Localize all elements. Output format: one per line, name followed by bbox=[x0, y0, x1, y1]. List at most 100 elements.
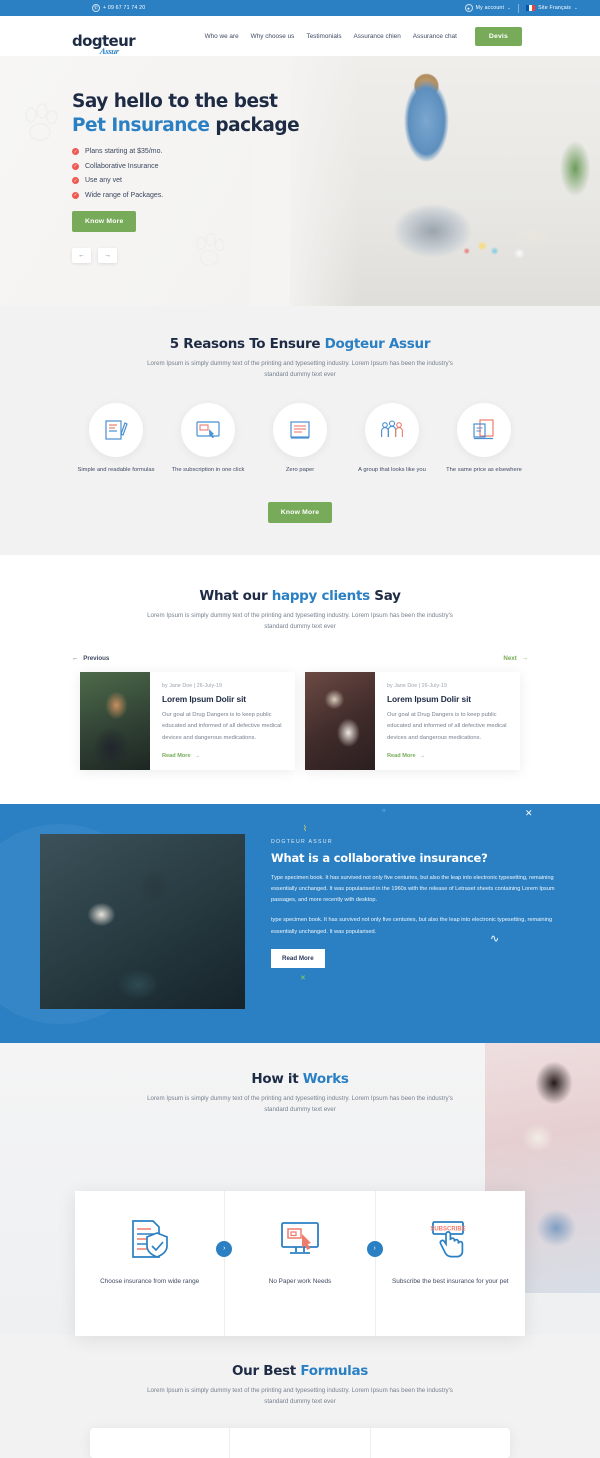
french-flag-icon bbox=[526, 5, 536, 11]
reasons-section: 5 Reasons To Ensure Dogteur Assur Lorem … bbox=[0, 306, 600, 556]
reason-icon-circle bbox=[457, 402, 511, 457]
reason-item-group[interactable]: A group that looks like you bbox=[353, 402, 431, 476]
nav-item-assurance-chat[interactable]: Assurance chat bbox=[413, 33, 457, 40]
testimonial-read-more-link[interactable]: Read More → bbox=[162, 753, 284, 759]
nav-item-why-choose-us[interactable]: Why choose us bbox=[251, 33, 295, 40]
utility-topbar: ✆ + 09 67 71 74 20 ● My account ⌄ Site F… bbox=[0, 0, 600, 16]
collaborative-title: What is a collaborative insurance? bbox=[271, 850, 488, 865]
check-circle-icon: ✓ bbox=[72, 148, 79, 156]
reason-item-simple-formulas[interactable]: Simple and readable formulas bbox=[77, 402, 155, 476]
testimonial-meta: by Jane Doe | 26-July-19 bbox=[162, 682, 222, 689]
no-paper-icon bbox=[290, 421, 310, 439]
reason-item-zero-paper[interactable]: Zero paper bbox=[261, 402, 339, 476]
hero-bullet-text: Plans starting at $35/mo. bbox=[85, 148, 163, 156]
step-next-chevron-icon[interactable]: › bbox=[366, 1240, 383, 1257]
carousel-prev-button[interactable]: ← bbox=[72, 248, 91, 264]
topbar-divider bbox=[518, 3, 520, 13]
collaborative-inner: DOGTEUR ASSUR What is a collaborative in… bbox=[0, 833, 600, 1009]
devis-button[interactable]: Devis bbox=[474, 26, 522, 46]
testimonials-prev-button[interactable]: ← Previous bbox=[72, 655, 109, 662]
phone-link[interactable]: ✆ + 09 67 71 74 20 bbox=[92, 4, 145, 12]
list-item: ✓ Wide range of Packages. bbox=[72, 191, 322, 199]
how-step-choose-insurance[interactable]: Choose insurance from wide range › bbox=[75, 1191, 233, 1336]
list-item: ✓ Use any vet bbox=[72, 177, 322, 185]
testimonial-read-more-link[interactable]: Read More → bbox=[387, 753, 509, 759]
reason-item-same-price[interactable]: The same price as elsewhere bbox=[445, 402, 523, 476]
testimonial-photo bbox=[80, 671, 150, 770]
hero-bullet-text: Wide range of Packages. bbox=[85, 191, 164, 199]
hero-section: Say hello to the best Pet Insurance pack… bbox=[0, 56, 600, 306]
testimonials-next-button[interactable]: Next → bbox=[503, 655, 528, 662]
subscribe-hand-icon: SUBSCRIBE bbox=[431, 1220, 466, 1258]
paw-print-decoration bbox=[25, 103, 58, 142]
nav-item-testimonials[interactable]: Testimonials bbox=[306, 33, 341, 40]
reason-label: The subscription in one click bbox=[171, 466, 245, 473]
star-decoration: ✕ bbox=[525, 807, 533, 818]
phone-icon: ✆ bbox=[92, 4, 100, 12]
reasons-cta-wrap: Know More bbox=[0, 497, 600, 524]
arrow-right-icon: → bbox=[521, 654, 528, 662]
reason-label: Simple and readable formulas bbox=[77, 466, 155, 473]
my-account-label: My account bbox=[475, 5, 505, 11]
document-shield-icon bbox=[131, 1219, 168, 1258]
how-step-subscribe[interactable]: SUBSCRIBE Subscribe the best insurance f… bbox=[374, 1190, 525, 1336]
testimonials-carousel-nav: ← Previous Next → bbox=[0, 655, 600, 662]
prev-label: Previous bbox=[83, 654, 110, 662]
testimonial-text: Our goal at Drug Dangers is to keep publ… bbox=[387, 711, 507, 741]
formula-card[interactable] bbox=[90, 1428, 229, 1458]
monitor-cursor-icon bbox=[281, 1221, 319, 1254]
reasons-title-accent: Dogteur Assur bbox=[324, 336, 431, 352]
nav-item-who-we-are[interactable]: Who we are bbox=[205, 33, 239, 40]
testimonial-text: Our goal at Drug Dangers is to keep publ… bbox=[162, 711, 282, 741]
testimonial-title: Lorem Ipsum Dolir sit bbox=[162, 693, 246, 704]
testimonial-card[interactable]: by Jane Doe | 26-July-19 Lorem Ipsum Dol… bbox=[305, 671, 520, 770]
formulas-cards bbox=[90, 1427, 510, 1458]
group-people-icon bbox=[381, 420, 403, 437]
testimonials-title-main: What our bbox=[199, 588, 272, 605]
collaborative-read-more-button[interactable]: Read More bbox=[271, 948, 325, 968]
carousel-next-button[interactable]: → bbox=[98, 248, 117, 264]
hero-know-more-button[interactable]: Know More bbox=[72, 211, 137, 233]
testimonial-photo bbox=[305, 671, 375, 770]
site-logo[interactable]: dogteur Assur bbox=[72, 34, 136, 57]
read-more-label: Read More bbox=[387, 752, 416, 759]
hero-bullet-text: Use any vet bbox=[85, 177, 122, 185]
my-account-menu[interactable]: ● My account ⌄ bbox=[464, 4, 512, 12]
formula-card[interactable] bbox=[369, 1427, 510, 1458]
monitor-click-icon bbox=[196, 421, 220, 438]
logo-script-assur: Assur bbox=[99, 46, 120, 56]
hero-carousel-controls: ← → bbox=[72, 248, 322, 264]
user-icon: ● bbox=[464, 4, 473, 12]
language-label: Site Français bbox=[538, 5, 572, 11]
formulas-subtitle: Lorem Ipsum is simply dummy text of the … bbox=[147, 1386, 453, 1405]
formula-card[interactable] bbox=[229, 1427, 369, 1458]
step-icon-wrap: SUBSCRIBE bbox=[390, 1215, 511, 1265]
reason-item-one-click[interactable]: The subscription in one click bbox=[169, 402, 247, 476]
reasons-title: 5 Reasons To Ensure Dogteur Assur bbox=[0, 336, 600, 352]
topbar-right: ● My account ⌄ Site Français ⌄ bbox=[464, 3, 578, 13]
list-item: ✓ Plans starting at $35/mo. bbox=[72, 148, 322, 156]
collaborative-text: DOGTEUR ASSUR What is a collaborative in… bbox=[271, 834, 560, 1009]
squiggle-decoration: ⌇ bbox=[303, 823, 307, 833]
language-selector[interactable]: Site Français ⌄ bbox=[526, 5, 578, 11]
nav-item-assurance-chien[interactable]: Assurance chien bbox=[354, 33, 401, 40]
how-step-no-paperwork[interactable]: No Paper work Needs › bbox=[224, 1190, 383, 1336]
reasons-know-more-button[interactable]: Know More bbox=[267, 502, 333, 524]
testimonials-title-tail: Say bbox=[369, 588, 401, 605]
read-more-label: Read More bbox=[162, 752, 191, 759]
collaborative-paragraph-1: Type specimen book. It has survived not … bbox=[271, 874, 555, 904]
document-pen-icon bbox=[105, 420, 128, 440]
arrow-right-icon: → bbox=[419, 752, 426, 759]
chevron-down-icon: ⌄ bbox=[507, 5, 512, 10]
step-label: Choose insurance from wide range bbox=[100, 1277, 200, 1285]
check-circle-icon: ✓ bbox=[72, 177, 79, 185]
circle-decoration: ○ bbox=[382, 807, 386, 814]
hero-content: Say hello to the best Pet Insurance pack… bbox=[72, 90, 322, 264]
collaborative-kicker: DOGTEUR ASSUR bbox=[271, 838, 333, 845]
testimonials-subtitle: Lorem Ipsum is simply dummy text of the … bbox=[147, 612, 453, 631]
formulas-title-accent: Formulas bbox=[300, 1362, 369, 1379]
step-label: Subscribe the best insurance for your pe… bbox=[392, 1277, 509, 1285]
testimonial-card[interactable]: by Jane Doe | 26-July-19 Lorem Ipsum Dol… bbox=[80, 671, 295, 770]
testimonial-title: Lorem Ipsum Dolir sit bbox=[387, 693, 471, 704]
testimonials-title: What our happy clients Say bbox=[0, 588, 600, 604]
